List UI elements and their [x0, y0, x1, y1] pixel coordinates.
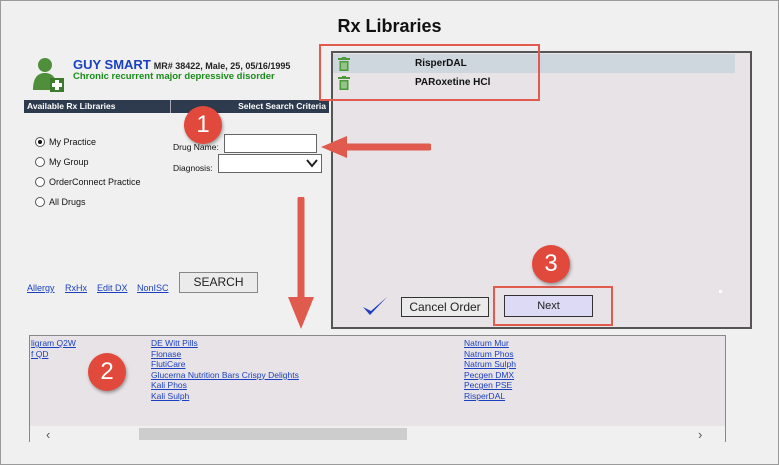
results-column-3: Natrum Mur Natrum Phos Natrum Sulph Pecg…	[464, 338, 516, 401]
result-link[interactable]: ligram Q2W	[31, 338, 76, 349]
patient-name: GUY SMART	[73, 57, 151, 72]
checkmark-icon	[363, 297, 387, 315]
header-divider	[170, 100, 171, 113]
result-link[interactable]: Kali Sulph	[151, 391, 299, 402]
diagnosis-label: Diagnosis:	[173, 163, 213, 173]
radio-unselected[interactable]	[35, 177, 45, 187]
scroll-right-icon[interactable]: ›	[698, 427, 702, 442]
library-option-orderconnect-practice[interactable]: OrderConnect Practice	[35, 177, 141, 187]
drug-name-label: Drug Name:	[173, 142, 219, 152]
callout-badge-1: 1	[184, 106, 222, 144]
result-link[interactable]: DE Witt Pills	[151, 338, 299, 349]
library-option-my-group[interactable]: My Group	[35, 157, 89, 167]
results-column-2: DE Witt Pills Flonase FlutiCare Glucerna…	[151, 338, 299, 401]
cancel-order-button[interactable]: Cancel Order	[401, 297, 489, 317]
library-label: All Drugs	[49, 197, 86, 207]
results-column-1: ligram Q2W f QD	[31, 338, 76, 359]
nonisc-link[interactable]: NonISC	[137, 283, 169, 293]
library-option-my-practice[interactable]: My Practice	[35, 137, 96, 147]
drug-name-input[interactable]	[224, 134, 317, 153]
rxhx-link[interactable]: RxHx	[65, 283, 87, 293]
result-link[interactable]: Pecgen DMX	[464, 370, 516, 381]
chevron-down-icon	[306, 159, 318, 168]
library-option-all-drugs[interactable]: All Drugs	[35, 197, 86, 207]
diagnosis-select[interactable]	[218, 154, 322, 173]
result-link[interactable]: Kali Phos	[151, 380, 299, 391]
patient-info: GUY SMART MR# 38422, Male, 25, 05/16/1995	[73, 57, 290, 72]
callout-arrow-icon	[321, 136, 431, 158]
scroll-thumb[interactable]	[139, 428, 407, 440]
library-label: My Group	[49, 157, 89, 167]
library-label: OrderConnect Practice	[49, 177, 141, 187]
callout-highlight-box	[493, 286, 613, 326]
edit-dx-link[interactable]: Edit DX	[97, 283, 128, 293]
patient-avatar-icon	[33, 58, 64, 92]
result-link[interactable]: f QD	[31, 349, 76, 360]
result-link[interactable]: FlutiCare	[151, 359, 299, 370]
decorative-dot	[719, 290, 722, 293]
result-link[interactable]: Pecgen PSE	[464, 380, 516, 391]
page-title: Rx Libraries	[337, 16, 442, 36]
result-link[interactable]: Natrum Sulph	[464, 359, 516, 370]
scroll-left-icon[interactable]: ‹	[46, 427, 50, 442]
patient-meta: MR# 38422, Male, 25, 05/16/1995	[153, 61, 291, 71]
section-header-bar: Available Rx Libraries Select Search Cri…	[24, 100, 329, 113]
result-link[interactable]: Natrum Phos	[464, 349, 516, 360]
search-button[interactable]: SEARCH	[179, 272, 258, 293]
radio-unselected[interactable]	[35, 197, 45, 207]
available-libraries-header: Available Rx Libraries	[27, 101, 116, 111]
result-link[interactable]: RisperDAL	[464, 391, 516, 402]
result-link[interactable]: Flonase	[151, 349, 299, 360]
allergy-link[interactable]: Allergy	[27, 283, 55, 293]
radio-unselected[interactable]	[35, 157, 45, 167]
radio-selected[interactable]	[35, 137, 45, 147]
library-label: My Practice	[49, 137, 97, 147]
patient-diagnosis: Chronic recurrent major depressive disor…	[73, 71, 275, 82]
search-criteria-header: Select Search Criteria	[238, 101, 326, 111]
callout-badge-2: 2	[88, 353, 126, 391]
horizontal-scrollbar[interactable]: ‹ ›	[30, 426, 725, 442]
callout-arrow-icon	[288, 197, 314, 329]
result-link[interactable]: Natrum Mur	[464, 338, 516, 349]
callout-badge-3: 3	[532, 245, 570, 283]
callout-highlight-box	[319, 44, 540, 101]
app-window: Rx Libraries GUY SMART MR# 38422, Male, 2…	[0, 0, 779, 465]
result-link[interactable]: Glucerna Nutrition Bars Crispy Delights	[151, 370, 299, 381]
